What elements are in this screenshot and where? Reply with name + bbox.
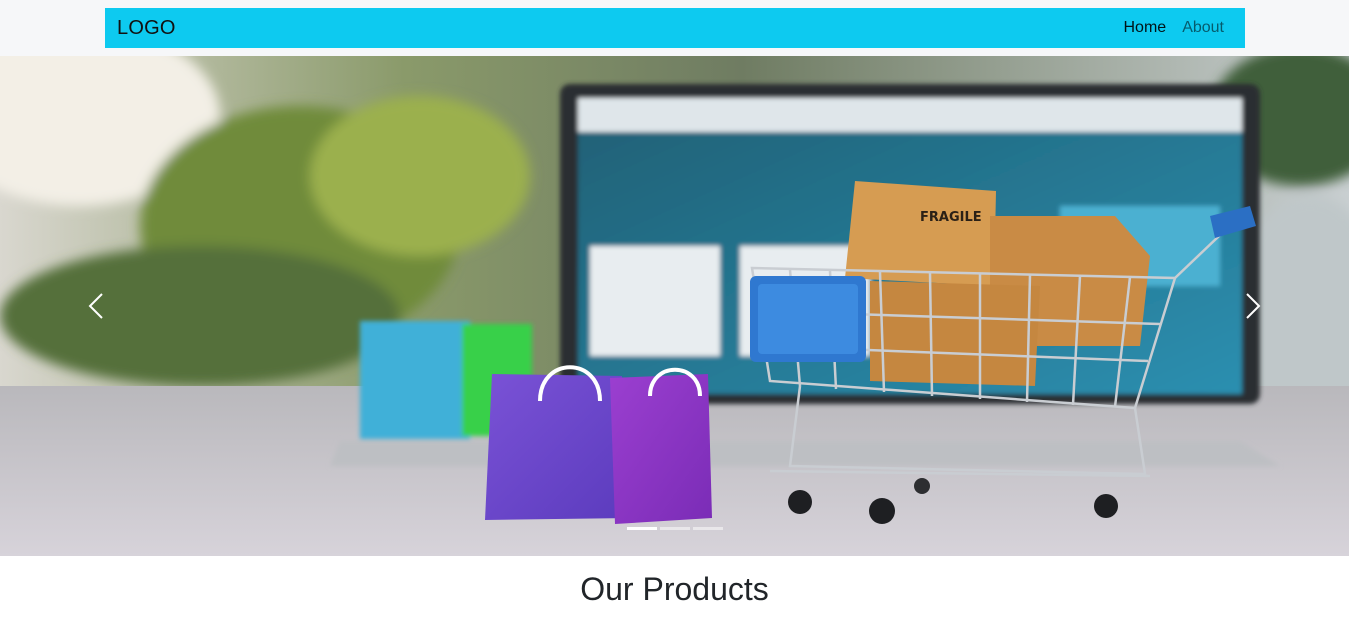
carousel-indicator-3[interactable] — [692, 527, 723, 530]
nav-link-home[interactable]: Home — [1124, 19, 1167, 37]
carousel-next-button[interactable] — [1149, 56, 1349, 556]
fragile-label: FRAGILE — [920, 210, 982, 225]
carousel-slide-image: FRAGILE — [0, 56, 1349, 556]
carousel-indicator-1[interactable] — [626, 527, 657, 530]
chevron-left-icon — [88, 293, 103, 319]
section-title: Our Products — [580, 571, 769, 607]
nav-link-about[interactable]: About — [1182, 19, 1224, 37]
page: LOGO Home About FRAGILE Our Products — [0, 0, 1349, 631]
carousel-indicators — [0, 527, 1349, 530]
hero-carousel: FRAGILE — [0, 56, 1349, 556]
navbar: LOGO Home About — [105, 8, 1245, 48]
logo[interactable]: LOGO — [117, 17, 176, 40]
carousel-prev-button[interactable] — [0, 56, 200, 556]
carousel-indicator-2[interactable] — [659, 527, 690, 530]
nav-links: Home About — [1124, 19, 1225, 37]
chevron-right-icon — [1246, 293, 1261, 319]
